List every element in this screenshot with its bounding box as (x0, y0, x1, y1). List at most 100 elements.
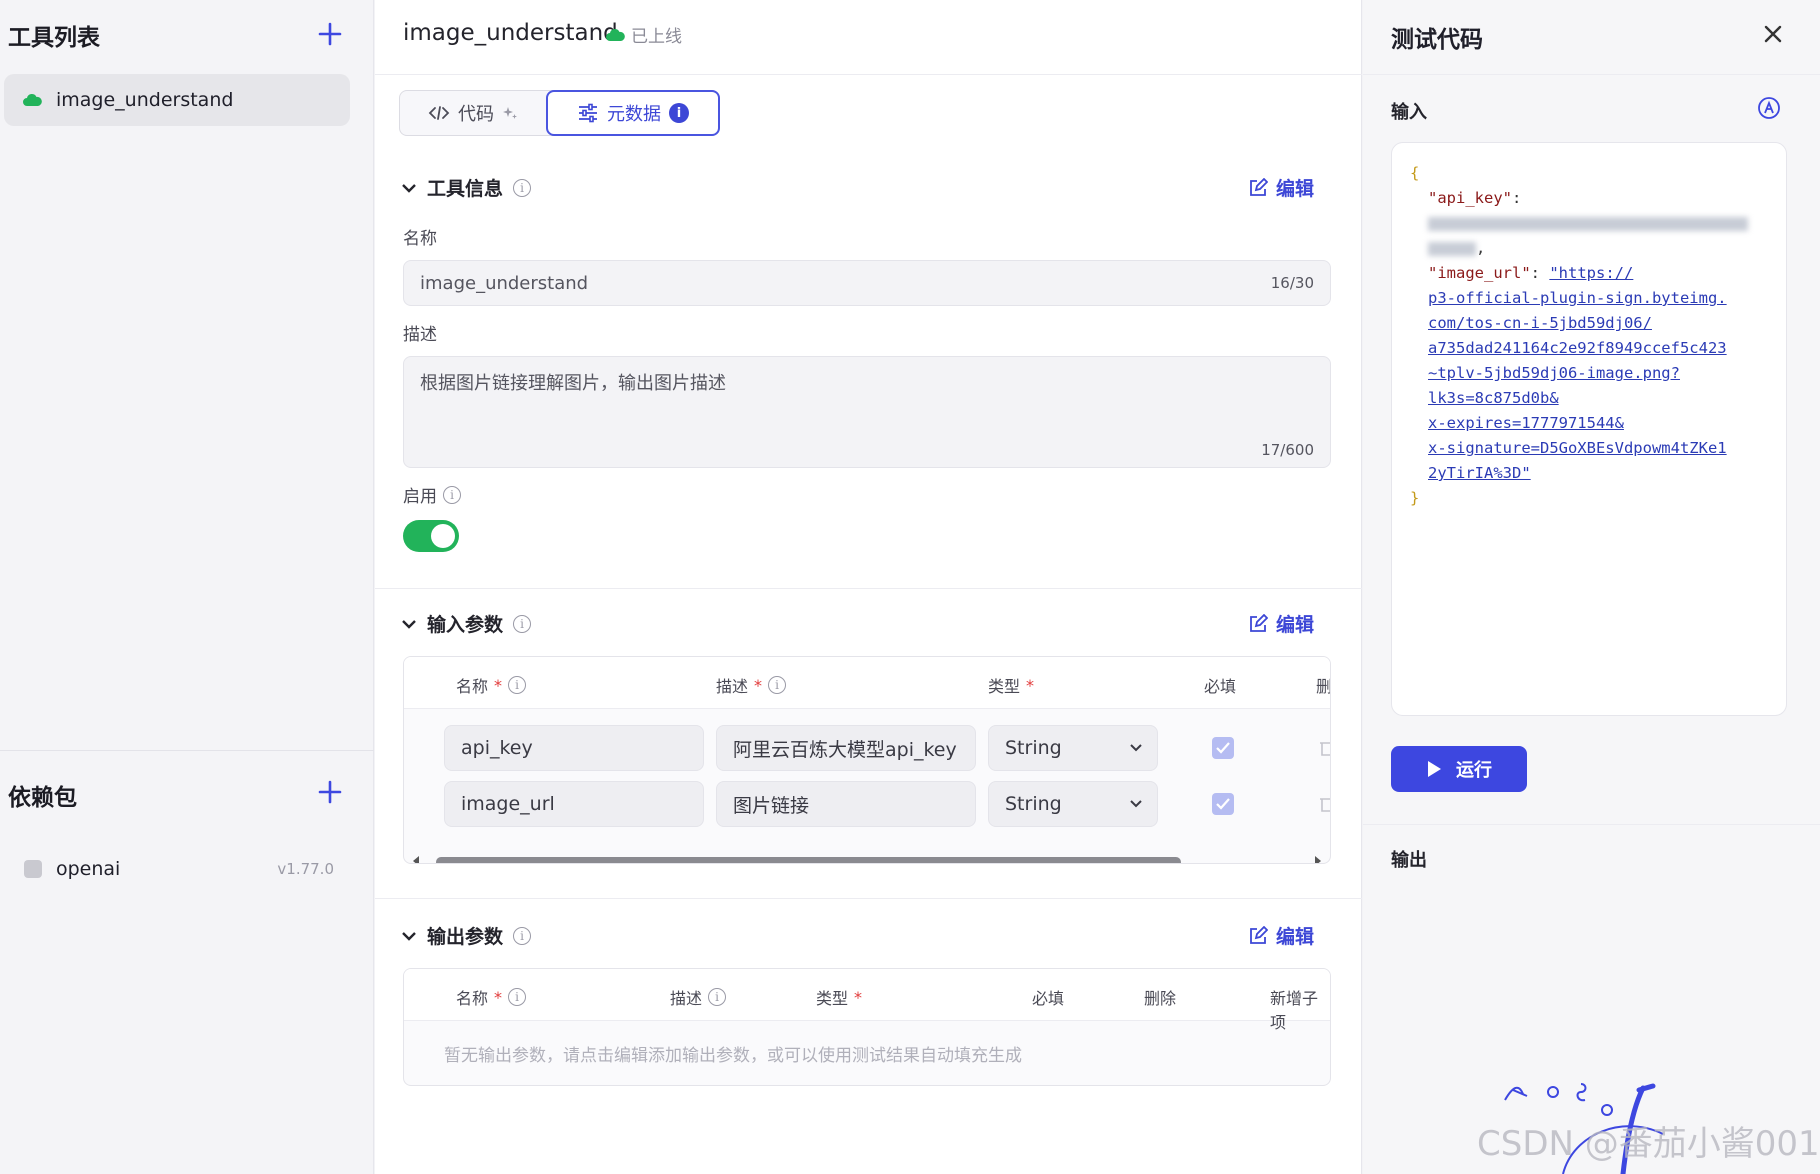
code-comma: , (1476, 239, 1486, 257)
code-key-api-key: "api_key" (1428, 189, 1512, 207)
param-type-value: String (1005, 737, 1062, 759)
input-code-editor[interactable]: { "api_key": , "image_url": "https:// p3… (1391, 142, 1787, 716)
sliders-icon (579, 103, 597, 123)
input-params-edit-button[interactable]: 编辑 (1248, 610, 1314, 637)
tab-code-label: 代码 (458, 104, 494, 125)
name-value: image_understand (420, 272, 589, 294)
input-params-header[interactable]: 输入参数 i (401, 610, 532, 637)
code-colon: : (1530, 264, 1540, 282)
horizontal-scrollbar[interactable] (412, 853, 1322, 864)
code-url-line: lk3s=8c875d0b& (1428, 389, 1559, 407)
deps-title: 依赖包 (8, 785, 77, 811)
section-divider (375, 588, 1362, 589)
toggle-knob (431, 524, 455, 548)
tab-code[interactable]: 代码 (400, 91, 546, 135)
tool-info-edit-button[interactable]: 编辑 (1248, 174, 1314, 201)
desc-field[interactable]: 根据图片链接理解图片，输出图片描述 17/600 (403, 356, 1331, 468)
col-name: 名称 * i (456, 985, 527, 1009)
required-checkbox[interactable] (1212, 737, 1234, 759)
play-icon (1428, 761, 1441, 777)
add-tool-icon[interactable] (316, 20, 344, 48)
param-name-input[interactable]: api_key (444, 725, 704, 771)
scroll-left-icon[interactable] (412, 856, 420, 864)
trash-icon[interactable] (1318, 795, 1330, 813)
tool-item-label: image_understand (56, 89, 234, 111)
param-desc-input[interactable]: 图片链接 (716, 781, 976, 827)
left-sidebar: 工具列表 image_understand 依赖包 openai v1.77.0 (0, 0, 374, 1174)
dependency-name: openai (56, 858, 121, 880)
output-params-edit-button[interactable]: 编辑 (1248, 922, 1314, 949)
chevron-down-icon (402, 619, 416, 629)
code-url-line: p3-official-plugin-sign.byteimg. (1428, 289, 1727, 307)
desc-value: 根据图片链接理解图片，输出图片描述 (420, 373, 726, 394)
col-required: 必填 (1204, 677, 1237, 696)
enable-toggle[interactable] (403, 520, 459, 552)
param-type-select[interactable]: String (988, 725, 1158, 771)
code-url-line: x-signature=D5GoXBEsVdpowm4tZKe1 (1428, 439, 1727, 457)
tool-info-header[interactable]: 工具信息 i (401, 174, 532, 201)
code-url-line: "https:// (1549, 264, 1634, 282)
tool-info-title: 工具信息 (427, 178, 504, 200)
output-params-title: 输出参数 (427, 926, 504, 948)
name-field[interactable]: image_understand 16/30 (403, 260, 1331, 306)
input-label: 输入 (1391, 102, 1427, 123)
edit-icon (1250, 177, 1268, 196)
info-icon: i (513, 178, 532, 197)
sparkle-icon (503, 107, 517, 119)
tab-metadata[interactable]: 元数据 i (546, 90, 720, 136)
output-params-table: 名称 * i 描述 i 类型 * 必填 删除 新增子项 暂无输出参数，请点击编辑添加输出… (403, 968, 1331, 1086)
code-icon (428, 106, 450, 120)
code-key-image-url: "image_url" (1428, 264, 1531, 282)
input-params-title: 输入参数 (427, 614, 504, 636)
trash-icon[interactable] (1318, 739, 1330, 757)
section-divider (375, 898, 1362, 899)
redacted-api-key (1428, 241, 1476, 256)
edit-label: 编辑 (1276, 614, 1315, 636)
required-checkbox[interactable] (1212, 793, 1234, 815)
chevron-down-icon (1130, 800, 1142, 808)
status-text: 已上线 (631, 27, 682, 47)
info-icon: i (513, 926, 532, 945)
param-desc-input[interactable]: 阿里云百炼大模型api_key (716, 725, 976, 771)
scroll-right-icon[interactable] (1314, 856, 1322, 864)
table-header (404, 969, 1330, 1021)
info-icon: i (443, 485, 461, 504)
output-params-header[interactable]: 输出参数 i (401, 922, 532, 949)
cloud-online-icon (23, 93, 42, 106)
table-header (404, 657, 1330, 709)
tool-item-image-understand[interactable]: image_understand (4, 74, 350, 126)
col-add-child: 新增子项 (1270, 989, 1319, 1032)
cloud-online-icon (606, 28, 625, 41)
tools-title: 工具列表 (8, 25, 100, 51)
code-colon: : (1512, 189, 1522, 207)
test-panel-divider (1363, 74, 1820, 75)
param-name-input[interactable]: image_url (444, 781, 704, 827)
test-panel: 测试代码 输入 { "api_key": , "image_url": "htt… (1363, 0, 1820, 1174)
info-icon: i (508, 676, 527, 694)
scrollbar-thumb[interactable] (436, 857, 1181, 863)
chevron-down-icon (1130, 744, 1142, 752)
dependency-item[interactable]: openai v1.77.0 (24, 854, 334, 884)
add-dependency-icon[interactable] (316, 778, 344, 806)
info-badge-icon: i (669, 103, 689, 123)
run-button[interactable]: 运行 (1391, 746, 1527, 792)
tab-metadata-label: 元数据 (607, 104, 661, 125)
name-count: 16/30 (1270, 274, 1314, 292)
col-delete: 删除 (1144, 989, 1177, 1008)
col-name: 名称 * i (456, 673, 527, 697)
desc-label: 描述 (403, 325, 437, 345)
col-desc: 描述 i (670, 985, 727, 1009)
test-panel-title: 测试代码 (1391, 27, 1483, 53)
header-divider (375, 74, 1362, 75)
close-icon[interactable] (1759, 20, 1787, 48)
watermark: CSDN @番茄小酱001 (1477, 1124, 1820, 1164)
edit-icon (1250, 925, 1268, 944)
col-delete: 删 (1316, 677, 1331, 696)
desc-count: 17/600 (1261, 441, 1314, 459)
code-close-brace: } (1410, 489, 1420, 507)
ai-assist-icon[interactable] (1757, 96, 1781, 120)
code-url-line: com/tos-cn-i-5jbd59dj06/ (1428, 314, 1652, 332)
param-type-select[interactable]: String (988, 781, 1158, 827)
info-icon: i (513, 614, 532, 633)
empty-state-text: 暂无输出参数，请点击编辑添加输出参数，或可以使用测试结果自动填充生成 (444, 1046, 1022, 1066)
